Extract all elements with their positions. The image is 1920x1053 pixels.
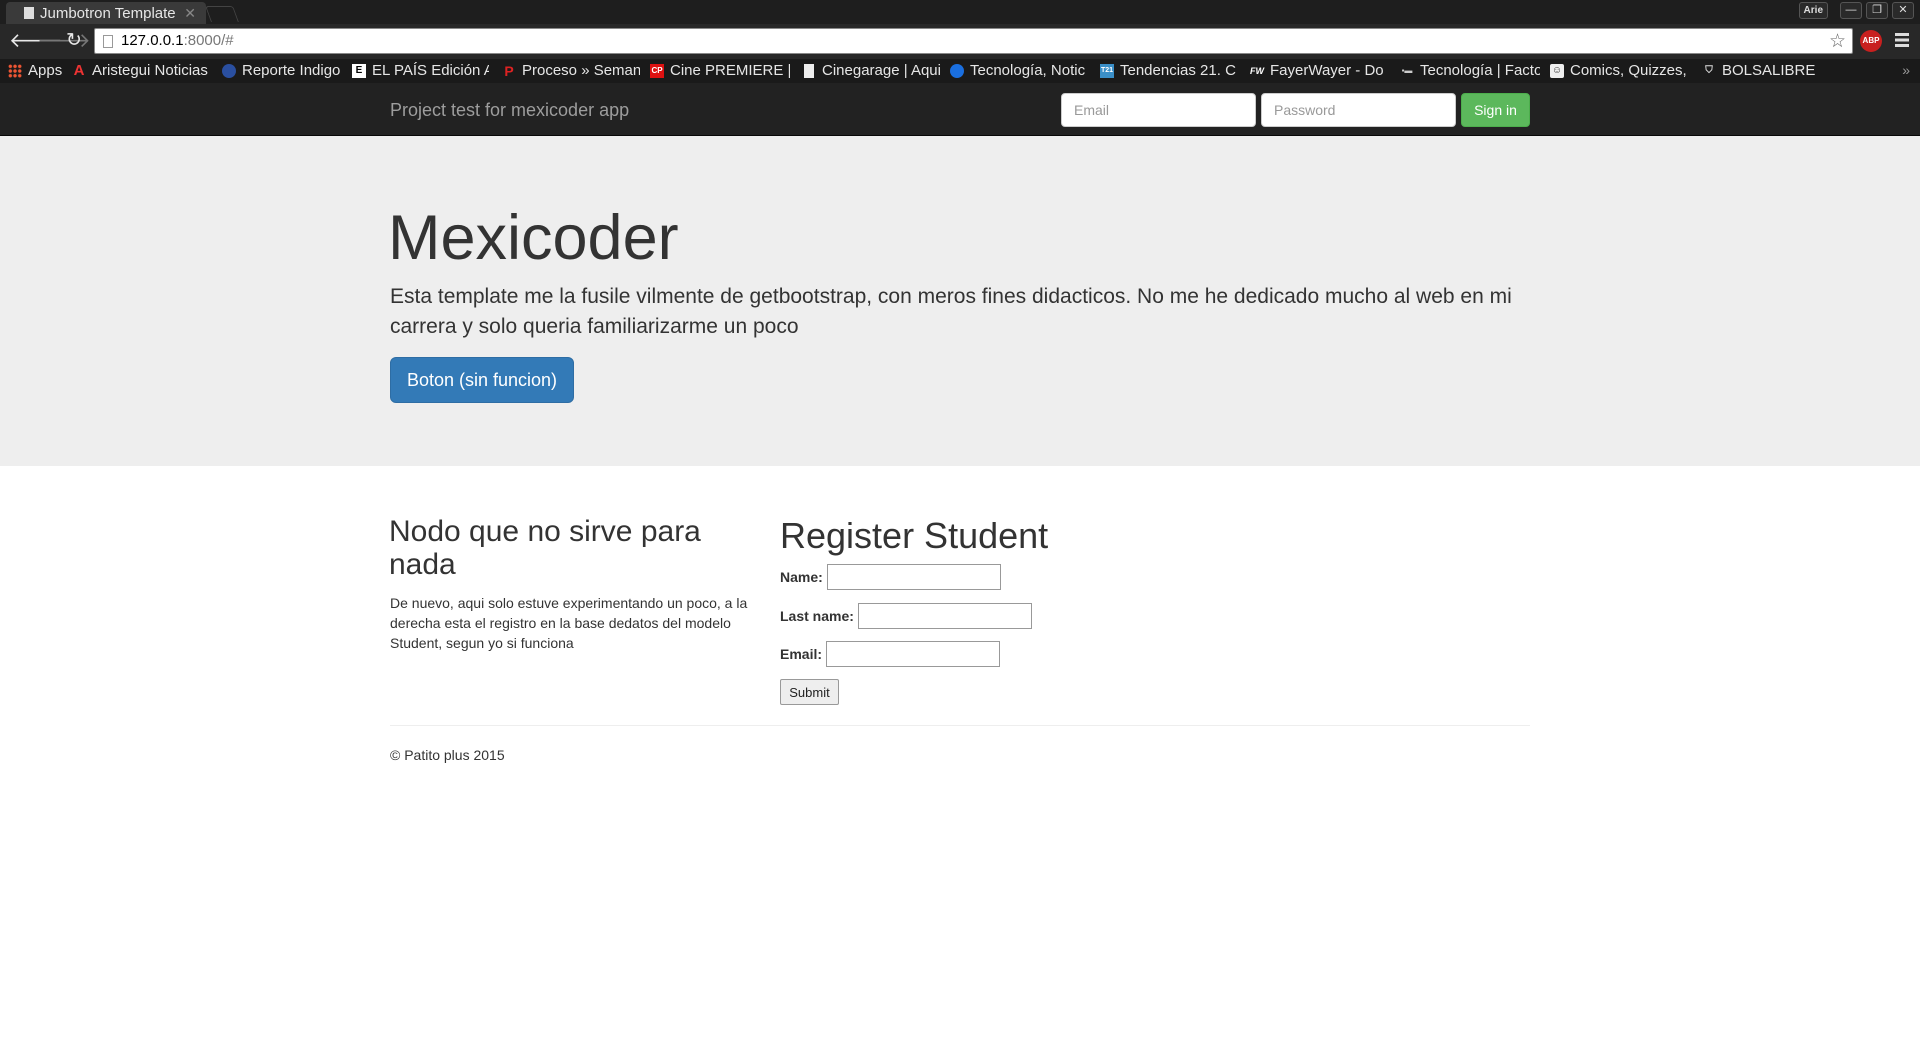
password-field[interactable] (1261, 93, 1456, 127)
email-field[interactable] (1061, 93, 1256, 127)
reload-icon[interactable]: ↻ (66, 31, 82, 51)
close-window-icon[interactable]: ✕ (1892, 2, 1914, 19)
bookmarks-bar: Apps A Aristegui Noticias Reporte Indigo… (0, 59, 1920, 83)
last-name-input[interactable] (857, 603, 1032, 629)
browser-menu-icon[interactable] (1895, 33, 1909, 47)
page-icon (804, 64, 814, 78)
bookmark-facto[interactable]: ▪▬ Tecnología | Facto (1400, 61, 1540, 81)
reporte-indigo-icon (222, 64, 236, 78)
window-controls: Arie — ❐ ✕ (1798, 2, 1914, 19)
bookmark-fayerwayer[interactable]: FW FayerWayer - Do (1250, 61, 1390, 81)
minimize-icon[interactable]: — (1840, 2, 1862, 19)
bookmark-tecnologia[interactable]: Tecnología, Notic (950, 61, 1089, 81)
comics-icon: ☺ (1550, 64, 1564, 78)
page-navbar: Project test for mexicoder app Sign in (0, 83, 1920, 136)
facto-icon: ▪▬ (1401, 66, 1413, 75)
apps-grid-icon (8, 64, 22, 78)
adblock-plus-icon[interactable]: ABP (1860, 30, 1882, 52)
info-text: De nuevo, aqui solo estuve experimentand… (390, 595, 748, 651)
jumbotron: Mexicoder Esta template me la fusile vil… (0, 136, 1920, 466)
browser-tab[interactable]: Jumbotron Template ✕ (6, 2, 206, 24)
bookmark-reporte-indigo[interactable]: Reporte Indigo (222, 61, 340, 81)
fayerwayer-icon: FW (1250, 66, 1264, 76)
profile-button[interactable]: Arie (1798, 2, 1828, 19)
url-path: :8000/# (183, 32, 234, 49)
restore-icon[interactable]: ❐ (1866, 2, 1888, 19)
last-name-label: Last name: (780, 608, 854, 624)
divider (390, 725, 1530, 726)
bookmark-cine-premiere[interactable]: CP Cine PREMIERE | (650, 61, 790, 81)
tab-title: Jumbotron Template (40, 5, 176, 22)
address-bar[interactable]: 127.0.0.1:8000/# ☆ (94, 28, 1853, 54)
bookmark-apps[interactable]: Apps (8, 61, 64, 81)
bookmark-bolsalibre[interactable]: ⛉ BOLSALIBRE (1702, 61, 1822, 81)
jumbotron-title: Mexicoder (388, 203, 679, 273)
bolsalibre-icon: ⛉ (1705, 65, 1713, 76)
tecnologia-icon (950, 64, 964, 78)
register-heading: Register Student (780, 515, 1049, 556)
new-tab-button[interactable] (205, 6, 239, 22)
primary-button[interactable]: Boton (sin funcion) (390, 357, 574, 403)
bookmark-aristegui[interactable]: A Aristegui Noticias (72, 61, 210, 81)
last-name-row: Last name: (780, 602, 1032, 630)
name-label: Name: (780, 569, 823, 585)
bookmark-comics[interactable]: ☺ Comics, Quizzes, (1550, 61, 1690, 81)
navbar-brand[interactable]: Project test for mexicoder app (390, 100, 629, 121)
name-input[interactable] (826, 564, 1001, 590)
tab-close-icon[interactable]: ✕ (184, 5, 196, 22)
register-email-input[interactable] (826, 641, 1001, 667)
info-heading: Nodo que no sirve para nada (389, 515, 701, 581)
sign-in-button[interactable]: Sign in (1461, 93, 1530, 127)
jumbotron-text: Esta template me la fusile vilmente de g… (390, 285, 1512, 338)
bookmark-tendencias21[interactable]: T21 Tendencias 21. C (1100, 61, 1240, 81)
bookmark-star-icon[interactable]: ☆ (1829, 30, 1846, 54)
bookmark-cinegarage[interactable]: Cinegarage | Aqui (802, 61, 940, 81)
url-host: 127.0.0.1 (121, 32, 184, 49)
page-icon (103, 35, 113, 48)
bookmarks-overflow-icon[interactable]: » (1902, 62, 1910, 78)
forward-arrow-icon[interactable]: 🡒 (37, 31, 91, 51)
proceso-icon: P (504, 63, 514, 79)
page-icon (24, 7, 34, 19)
browser-toolbar: 🡐 🡒 ↻ 127.0.0.1:8000/# ☆ ABP (0, 24, 1920, 59)
footer-text: © Patito plus 2015 (390, 747, 505, 763)
browser-tabstrip: Jumbotron Template ✕ Arie — ❐ ✕ (0, 0, 1920, 24)
name-row: Name: (780, 563, 1001, 591)
bookmark-proceso[interactable]: P Proceso » Semana (502, 61, 640, 81)
el-pais-icon: E (352, 64, 366, 78)
tendencias21-icon: T21 (1100, 64, 1114, 78)
bookmark-el-pais[interactable]: E EL PAÍS Edición Ar (352, 61, 489, 81)
email-label: Email: (780, 646, 823, 662)
email-row: Email: (780, 640, 1001, 668)
aristegui-icon: A (73, 62, 85, 79)
cine-premiere-icon: CP (650, 64, 664, 78)
submit-button[interactable]: Submit (780, 679, 839, 705)
